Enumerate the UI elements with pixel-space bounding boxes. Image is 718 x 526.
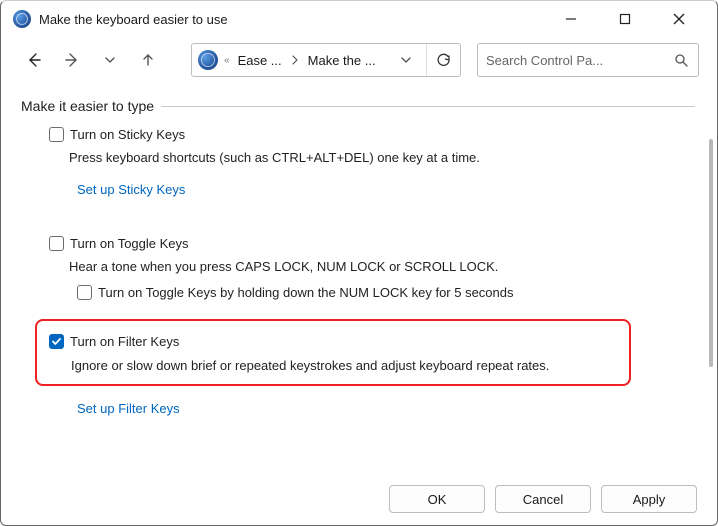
- back-button[interactable]: [19, 45, 49, 75]
- control-panel-icon: [13, 10, 31, 28]
- window-title: Make the keyboard easier to use: [39, 12, 228, 27]
- chevron-right-icon[interactable]: [288, 55, 302, 65]
- breadcrumb-make[interactable]: Make the ...: [308, 53, 376, 68]
- toggle-keys-numlock-label: Turn on Toggle Keys by holding down the …: [98, 284, 514, 302]
- sticky-keys-checkbox-row[interactable]: Turn on Sticky Keys: [49, 126, 695, 144]
- breadcrumb-ease[interactable]: Ease ...: [238, 53, 282, 68]
- sticky-keys-setup-link[interactable]: Set up Sticky Keys: [77, 181, 185, 199]
- toggle-keys-checkbox-row[interactable]: Turn on Toggle Keys: [49, 235, 695, 253]
- search-icon: [672, 53, 690, 67]
- toggle-keys-desc: Hear a tone when you press CAPS LOCK, NU…: [69, 258, 695, 276]
- filter-keys-highlight: Turn on Filter Keys Ignore or slow down …: [35, 319, 631, 386]
- search-placeholder: Search Control Pa...: [486, 53, 672, 68]
- filter-keys-desc: Ignore or slow down brief or repeated ke…: [71, 357, 619, 375]
- sticky-keys-desc: Press keyboard shortcuts (such as CTRL+A…: [69, 149, 695, 167]
- title-bar: Make the keyboard easier to use: [1, 1, 717, 37]
- refresh-button[interactable]: [426, 44, 460, 76]
- up-button[interactable]: [133, 45, 163, 75]
- filter-keys-checkbox[interactable]: [49, 334, 64, 349]
- filter-keys-setup-link[interactable]: Set up Filter Keys: [77, 400, 180, 418]
- maximize-button[interactable]: [611, 5, 639, 33]
- breadcrumb-overflow-icon[interactable]: «: [224, 55, 230, 66]
- cancel-button[interactable]: Cancel: [495, 485, 591, 513]
- content-area: Make it easier to type Turn on Sticky Ke…: [1, 83, 717, 426]
- apply-button[interactable]: Apply: [601, 485, 697, 513]
- section-heading: Make it easier to type: [21, 97, 695, 116]
- filter-keys-checkbox-row[interactable]: Turn on Filter Keys: [49, 333, 619, 351]
- toggle-keys-numlock-row[interactable]: Turn on Toggle Keys by holding down the …: [77, 284, 695, 302]
- toolbar: « Ease ... Make the ... Search Control P…: [1, 37, 717, 83]
- recent-dropdown[interactable]: [95, 45, 125, 75]
- search-input[interactable]: Search Control Pa...: [477, 43, 699, 77]
- close-button[interactable]: [665, 5, 693, 33]
- sticky-keys-label: Turn on Sticky Keys: [70, 126, 185, 144]
- address-bar[interactable]: « Ease ... Make the ...: [191, 43, 461, 77]
- dialog-buttons: OK Cancel Apply: [389, 485, 697, 513]
- control-panel-icon: [198, 50, 218, 70]
- address-dropdown[interactable]: [392, 54, 420, 66]
- sticky-keys-checkbox[interactable]: [49, 127, 64, 142]
- toggle-keys-checkbox[interactable]: [49, 236, 64, 251]
- filter-keys-label: Turn on Filter Keys: [70, 333, 179, 351]
- scrollbar-thumb[interactable]: [709, 139, 713, 367]
- forward-button[interactable]: [57, 45, 87, 75]
- toggle-keys-numlock-checkbox[interactable]: [77, 285, 92, 300]
- minimize-button[interactable]: [557, 5, 585, 33]
- toggle-keys-label: Turn on Toggle Keys: [70, 235, 189, 253]
- ok-button[interactable]: OK: [389, 485, 485, 513]
